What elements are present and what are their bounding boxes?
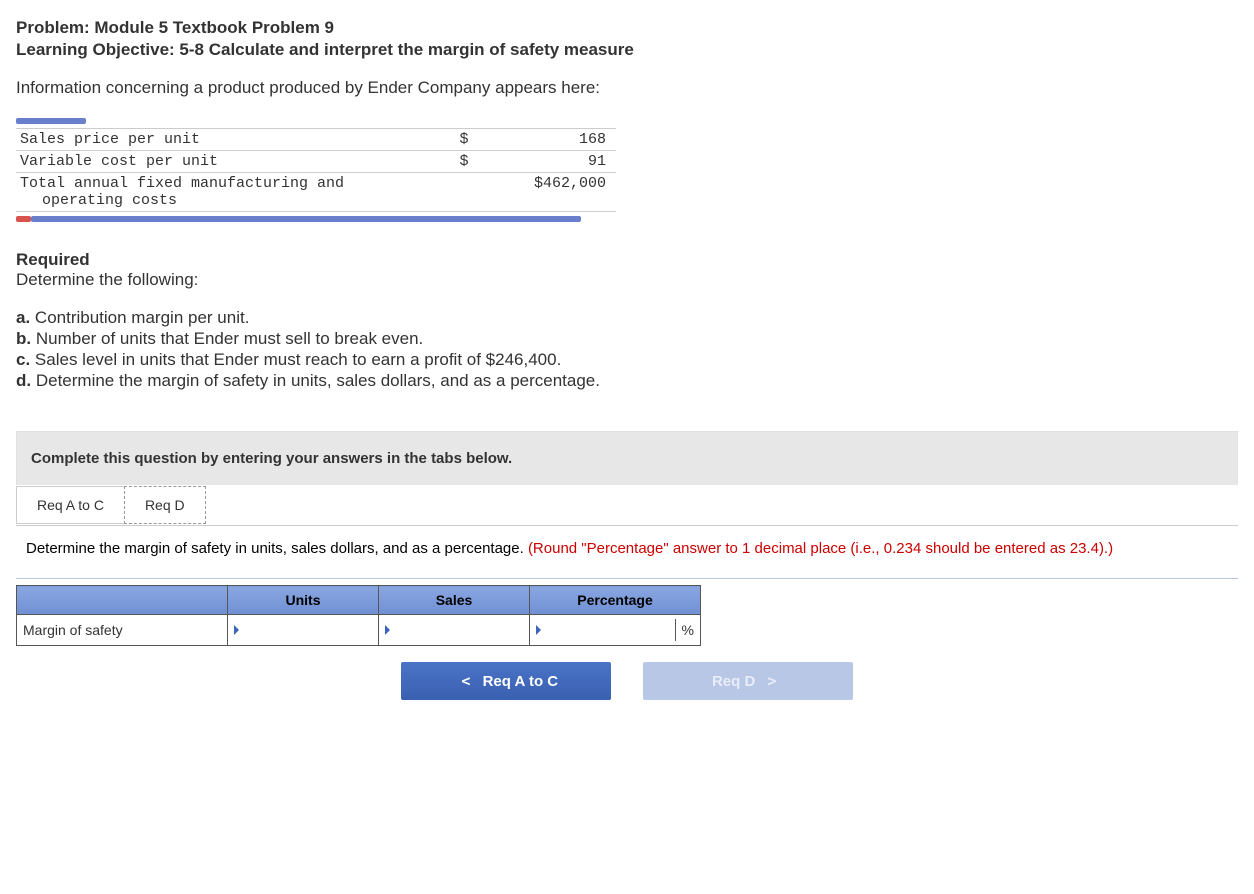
percentage-cell[interactable]: % [530,615,701,646]
units-input[interactable] [241,619,372,641]
next-label: Req D [712,673,755,690]
row-label: Margin of safety [17,615,228,646]
item-letter: a. [16,308,30,327]
required-item: d. Determine the margin of safety in uni… [16,371,1238,391]
item-letter: c. [16,350,30,369]
input-row: Margin of safety % [17,615,701,646]
required-items: a. Contribution margin per unit. b. Numb… [16,308,1238,391]
prev-label: Req A to C [483,673,559,690]
item-letter: b. [16,329,31,348]
answer-area: Complete this question by entering your … [16,431,1238,700]
sales-cell[interactable] [379,615,530,646]
item-letter: d. [16,371,31,390]
data-value: 91 [483,151,616,173]
blank-header [17,586,228,615]
intro-text: Information concerning a product produce… [16,78,1238,98]
input-table: Units Sales Percentage Margin of safety [16,585,701,646]
required-item: c. Sales level in units that Ender must … [16,350,1238,370]
cell-handle-icon [234,625,239,635]
scroll-indicator-bottom[interactable] [16,214,616,224]
next-button[interactable]: Req D > [643,662,853,700]
tab-instruction-red: (Round "Percentage" answer to 1 decimal … [528,540,1113,557]
header-row: Units Sales Percentage [17,586,701,615]
data-table-container: Sales price per unit $ 168 Variable cost… [16,116,1238,224]
chevron-right-icon: > [759,672,784,690]
data-label: Variable cost per unit [16,151,456,173]
nav-buttons: < Req A to C Req D > [16,662,1238,700]
data-value: 168 [483,129,616,151]
chevron-left-icon: < [453,672,478,690]
percentage-input[interactable] [543,619,671,641]
data-label: Sales price per unit [16,129,456,151]
tab-instruction-black: Determine the margin of safety in units,… [26,540,528,557]
prev-button[interactable]: < Req A to C [401,662,611,700]
cell-handle-icon [536,625,541,635]
table-row: Total annual fixed manufacturing and ope… [16,173,616,212]
item-text: Determine the margin of safety in units,… [36,371,600,390]
data-label: Total annual fixed manufacturing and ope… [16,173,456,212]
col-header-sales: Sales [379,586,530,615]
cell-handle-icon [385,625,390,635]
required-item: a. Contribution margin per unit. [16,308,1238,328]
data-table: Sales price per unit $ 168 Variable cost… [16,128,616,212]
learning-objective: Learning Objective: 5-8 Calculate and in… [16,40,1238,60]
tab-row: Req A to CReq D [16,485,1238,526]
currency-symbol [456,173,484,212]
percent-suffix: % [675,619,700,641]
tab-req-a-to-c[interactable]: Req A to C [16,486,125,524]
item-text: Number of units that Ender must sell to … [36,329,423,348]
tab-content: Determine the margin of safety in units,… [16,526,1238,579]
required-block: Required Determine the following: a. Con… [16,250,1238,391]
problem-title: Problem: Module 5 Textbook Problem 9 [16,18,1238,38]
table-row: Variable cost per unit $ 91 [16,151,616,173]
col-header-units: Units [228,586,379,615]
data-label-line2: operating costs [20,192,452,209]
required-subtitle: Determine the following: [16,270,1238,290]
item-text: Sales level in units that Ender must rea… [35,350,561,369]
required-item: b. Number of units that Ender must sell … [16,329,1238,349]
currency-symbol: $ [456,151,484,173]
instruction-bar: Complete this question by entering your … [16,431,1238,485]
currency-symbol: $ [456,129,484,151]
units-cell[interactable] [228,615,379,646]
scroll-indicator-top[interactable] [16,116,616,126]
required-title: Required [16,250,1238,270]
data-value: $462,000 [483,173,616,212]
data-label-line1: Total annual fixed manufacturing and [20,175,344,192]
table-row: Sales price per unit $ 168 [16,129,616,151]
sales-input[interactable] [392,619,523,641]
item-text: Contribution margin per unit. [35,308,250,327]
tab-req-d[interactable]: Req D [124,486,206,524]
col-header-percentage: Percentage [530,586,701,615]
